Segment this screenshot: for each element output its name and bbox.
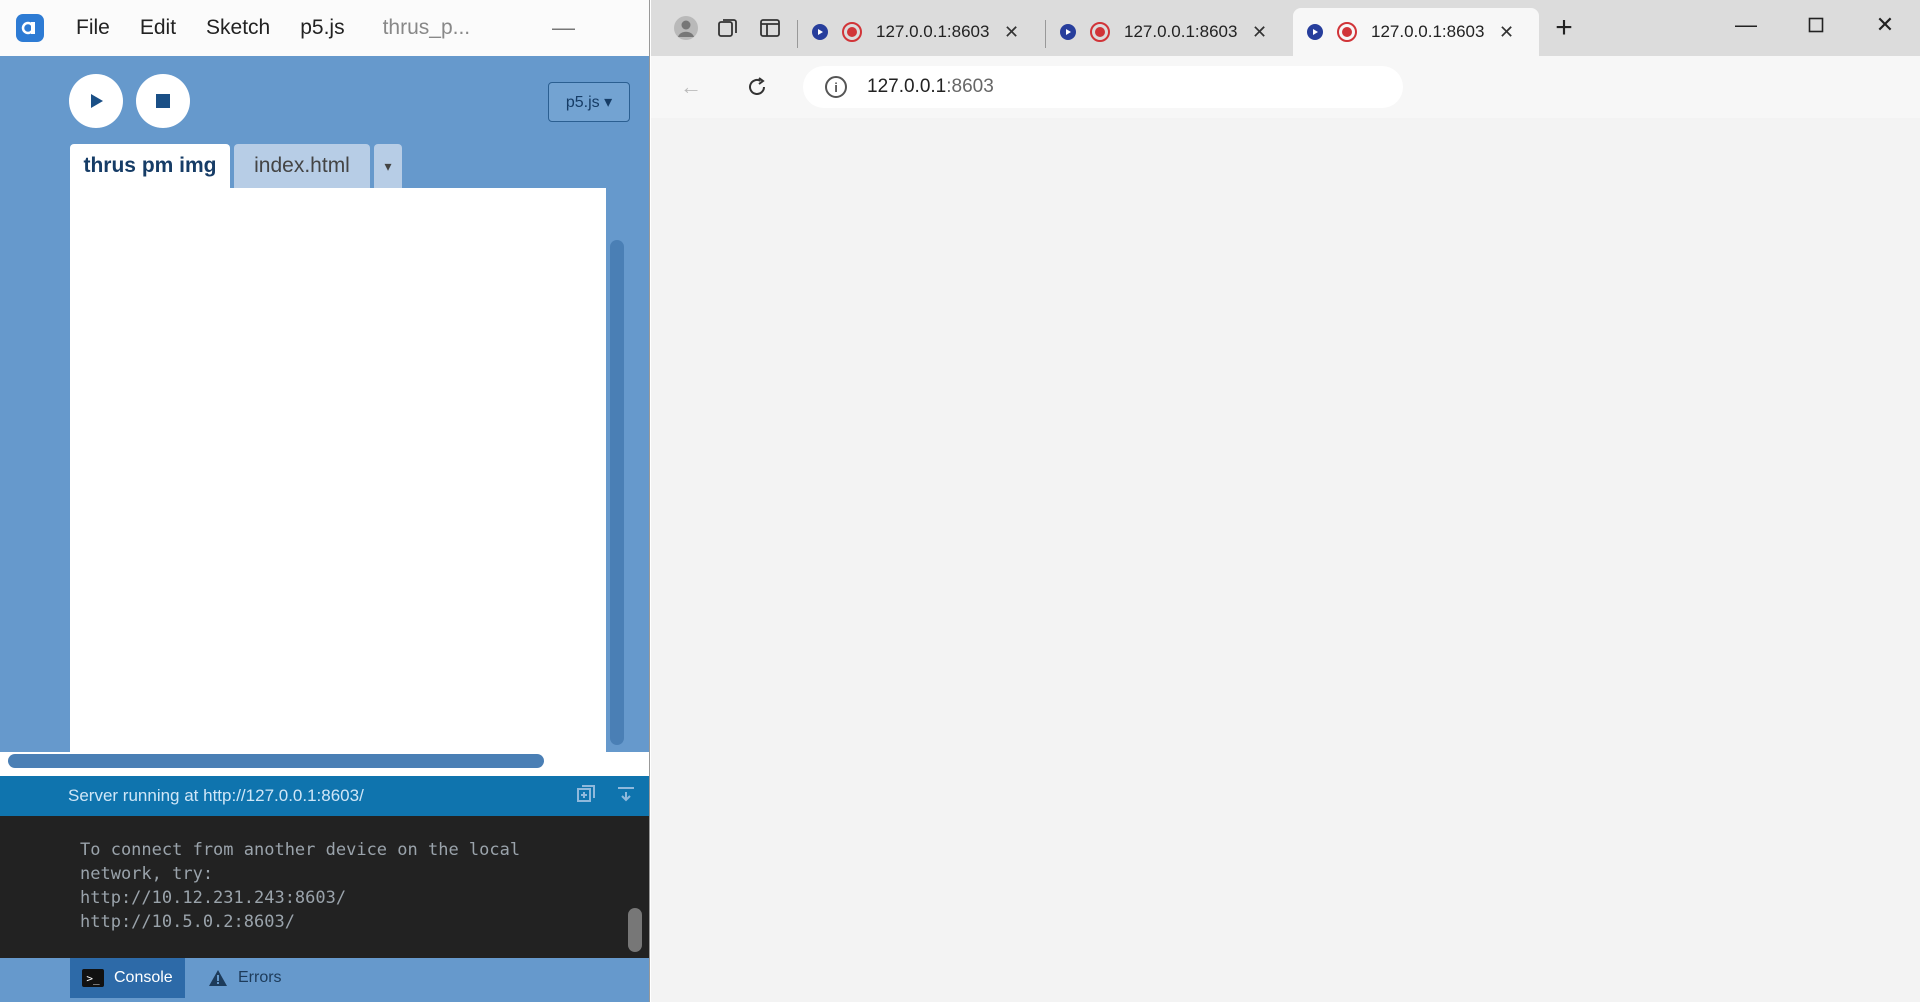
profile-icon[interactable] xyxy=(671,14,701,42)
tab-title: 127.0.0.1:8603 xyxy=(1124,22,1238,41)
collections-icon[interactable] xyxy=(713,14,743,42)
status-bar: Server running at http://127.0.0.1:8603/ xyxy=(0,776,649,816)
run-button[interactable] xyxy=(69,74,123,128)
server-status-text: Server running at http://127.0.0.1:8603/ xyxy=(68,786,364,805)
editor-toolbar: p5.js ▾ xyxy=(0,56,649,138)
console-scrollbar[interactable] xyxy=(628,908,642,952)
console-output: To connect from another device on the lo… xyxy=(0,816,649,958)
url-host: 127.0.0.1 xyxy=(867,76,947,97)
recording-icon xyxy=(1090,22,1110,42)
browser-nav-bar: ← i 127.0.0.1:8603 xyxy=(651,56,1920,118)
p5-favicon-icon xyxy=(1060,24,1076,40)
console-tab-label: Console xyxy=(114,969,173,986)
recording-icon xyxy=(842,22,862,42)
terminal-icon: >_ xyxy=(82,969,104,987)
collapse-console-icon[interactable] xyxy=(616,784,636,804)
p5-favicon-icon xyxy=(1307,24,1323,40)
back-icon[interactable]: ← xyxy=(675,72,707,102)
address-bar[interactable]: i 127.0.0.1:8603 xyxy=(803,66,1403,108)
info-icon[interactable]: i xyxy=(825,76,847,98)
url-text[interactable]: 127.0.0.1:8603 xyxy=(867,76,994,98)
stop-button[interactable] xyxy=(136,74,190,128)
browser-maximize-button[interactable] xyxy=(1781,0,1851,50)
tab-actions-icon[interactable] xyxy=(755,14,785,42)
tab-menu-button[interactable]: ▾ xyxy=(374,144,402,188)
browser-tab-2[interactable]: 127.0.0.1:8603 ✕ xyxy=(1046,8,1292,56)
spacer2 xyxy=(1269,72,1299,102)
browser-minimize-button[interactable]: — xyxy=(1711,0,1781,50)
window-title: thrus_p... xyxy=(382,16,471,39)
menu-file[interactable]: File xyxy=(76,16,110,40)
console-tab[interactable]: >_ Console xyxy=(70,958,185,998)
recording-icon xyxy=(1337,22,1357,42)
code-horizontal-scrollbar[interactable] xyxy=(8,754,544,768)
console-footer: >_ Console Errors xyxy=(0,958,649,1002)
tab-title: 127.0.0.1:8603 xyxy=(1371,22,1485,41)
play-icon xyxy=(91,94,103,108)
browser-tab-1[interactable]: 127.0.0.1:8603 ✕ xyxy=(798,8,1044,56)
menu-p5js[interactable]: p5.js xyxy=(300,16,344,40)
editor-tabs: thrus pm img index.html ▾ xyxy=(0,138,649,188)
browser-tab-3-active[interactable]: 127.0.0.1:8603 ✕ xyxy=(1293,8,1539,56)
errors-tab[interactable]: Errors xyxy=(196,958,294,998)
p5-app-logo xyxy=(16,14,44,42)
p5-editor-window: File Edit Sketch p5.js thrus_p... — — p5… xyxy=(0,0,650,1002)
tab-index-html[interactable]: index.html xyxy=(234,144,370,188)
console-text: To connect from another device on the lo… xyxy=(80,840,521,932)
line-number-gutter xyxy=(0,188,70,752)
errors-tab-label: Errors xyxy=(238,969,282,986)
stop-icon xyxy=(156,94,170,108)
close-tab-icon[interactable]: ✕ xyxy=(1252,22,1267,43)
tab-title: 127.0.0.1:8603 xyxy=(876,22,990,41)
browser-tab-strip: 127.0.0.1:8603 ✕ 127.0.0.1:8603 ✕ 127.0.… xyxy=(651,0,1920,56)
close-tab-icon[interactable]: ✕ xyxy=(1004,22,1019,43)
menu-edit[interactable]: Edit xyxy=(140,16,176,40)
close-tab-icon[interactable]: ✕ xyxy=(1499,22,1514,43)
tab-sketch[interactable]: thrus pm img xyxy=(70,144,230,188)
code-editor[interactable] xyxy=(70,188,606,752)
code-area xyxy=(0,188,649,768)
browser-close-button[interactable]: ✕ xyxy=(1850,0,1920,50)
new-tab-button[interactable]: + xyxy=(1549,11,1579,44)
browser-window: 127.0.0.1:8603 ✕ 127.0.0.1:8603 ✕ 127.0.… xyxy=(651,0,1920,1002)
menu-sketch[interactable]: Sketch xyxy=(206,16,270,40)
p5-favicon-icon xyxy=(812,24,828,40)
mode-selector[interactable]: p5.js ▾ xyxy=(548,82,630,122)
url-port: :8603 xyxy=(946,76,994,97)
code-vertical-scrollbar[interactable] xyxy=(610,240,624,745)
refresh-icon[interactable] xyxy=(741,72,773,102)
unused3 xyxy=(535,0,591,56)
warning-icon xyxy=(209,970,227,986)
menu-bar: File Edit Sketch p5.js xyxy=(76,16,375,40)
copy-console-icon[interactable] xyxy=(576,784,596,804)
